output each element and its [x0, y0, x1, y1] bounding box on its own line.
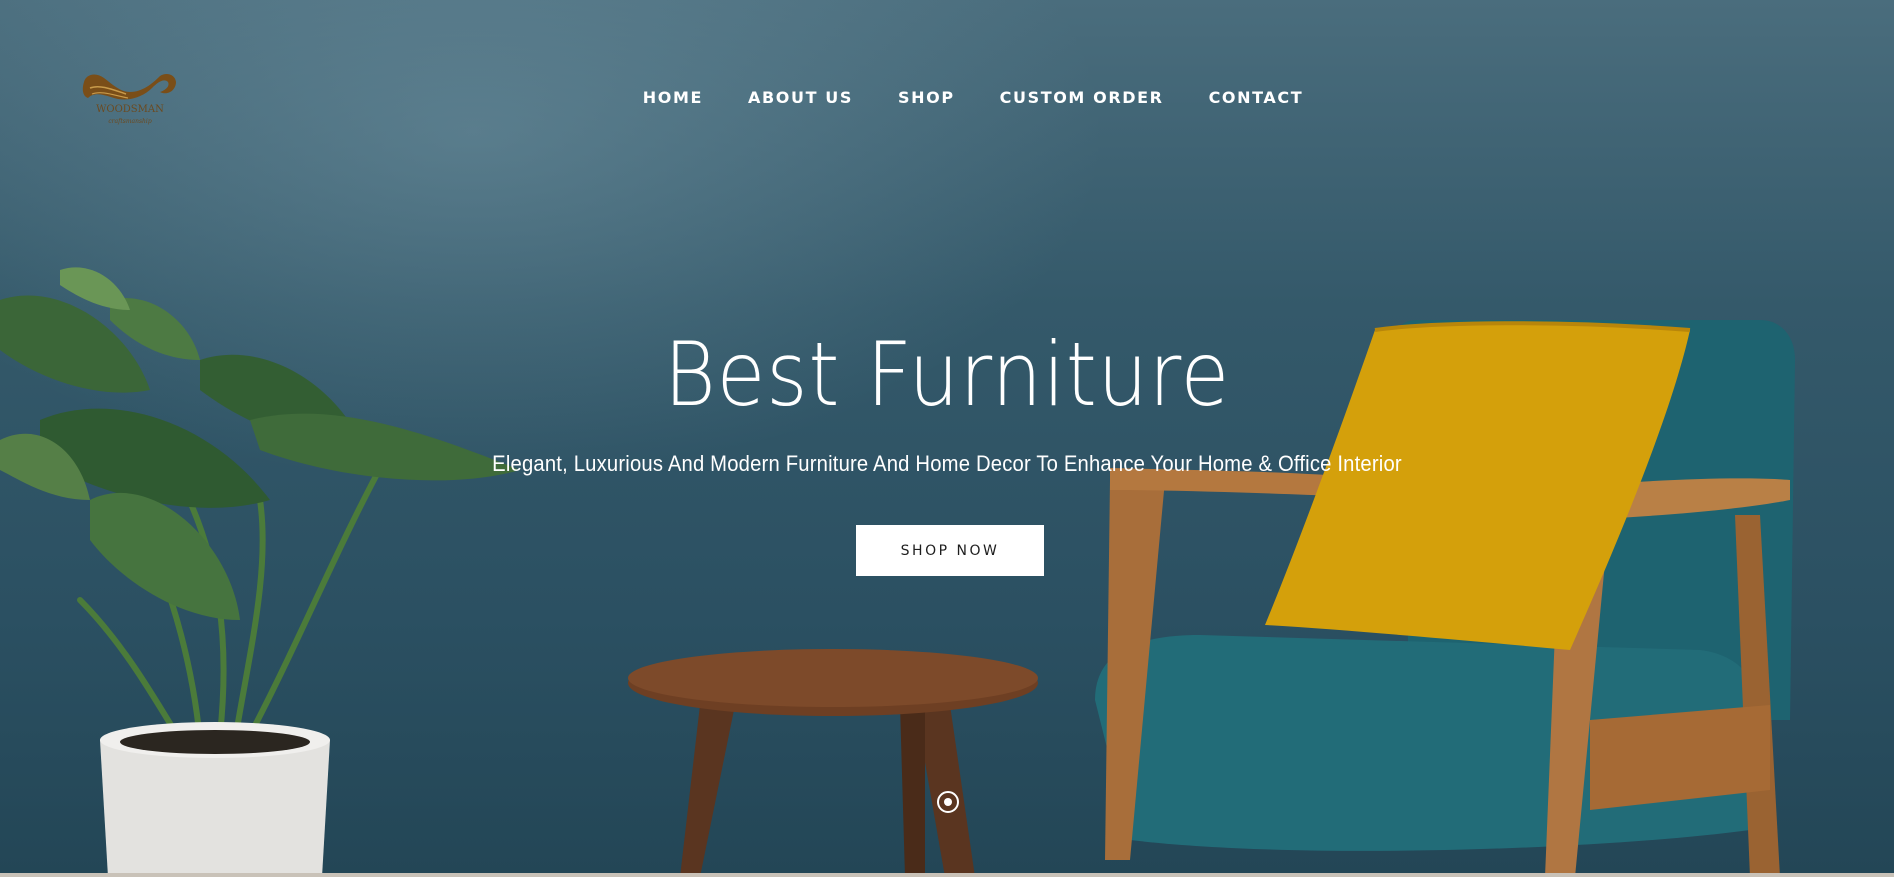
plant-pot: [100, 722, 330, 877]
nav-item-contact[interactable]: CONTACT: [1209, 88, 1304, 107]
hero-title: Best Furniture: [663, 323, 1231, 426]
brand-logo-tagline: craftsmanship: [108, 118, 152, 125]
hero-subtitle: Elegant, Luxurious And Modern Furniture …: [492, 451, 1402, 476]
nav-item-custom-order[interactable]: CUSTOM ORDER: [1000, 88, 1164, 107]
floor-strip: [0, 873, 1894, 877]
nav-item-home[interactable]: HOME: [643, 88, 703, 107]
side-table: [628, 649, 1038, 877]
hero-background-illustration: [0, 267, 1795, 877]
nav-item-about-us[interactable]: ABOUT US: [748, 88, 853, 107]
hero-section: WOODSMAN craftsmanship HOME ABOUT US SHO…: [0, 0, 1894, 877]
nav-item-shop[interactable]: SHOP: [898, 88, 955, 107]
shop-now-button[interactable]: SHOP NOW: [856, 525, 1044, 576]
main-navigation: HOME ABOUT US SHOP CUSTOM ORDER CONTACT: [0, 88, 1894, 107]
slider-dot-active[interactable]: [937, 791, 959, 813]
